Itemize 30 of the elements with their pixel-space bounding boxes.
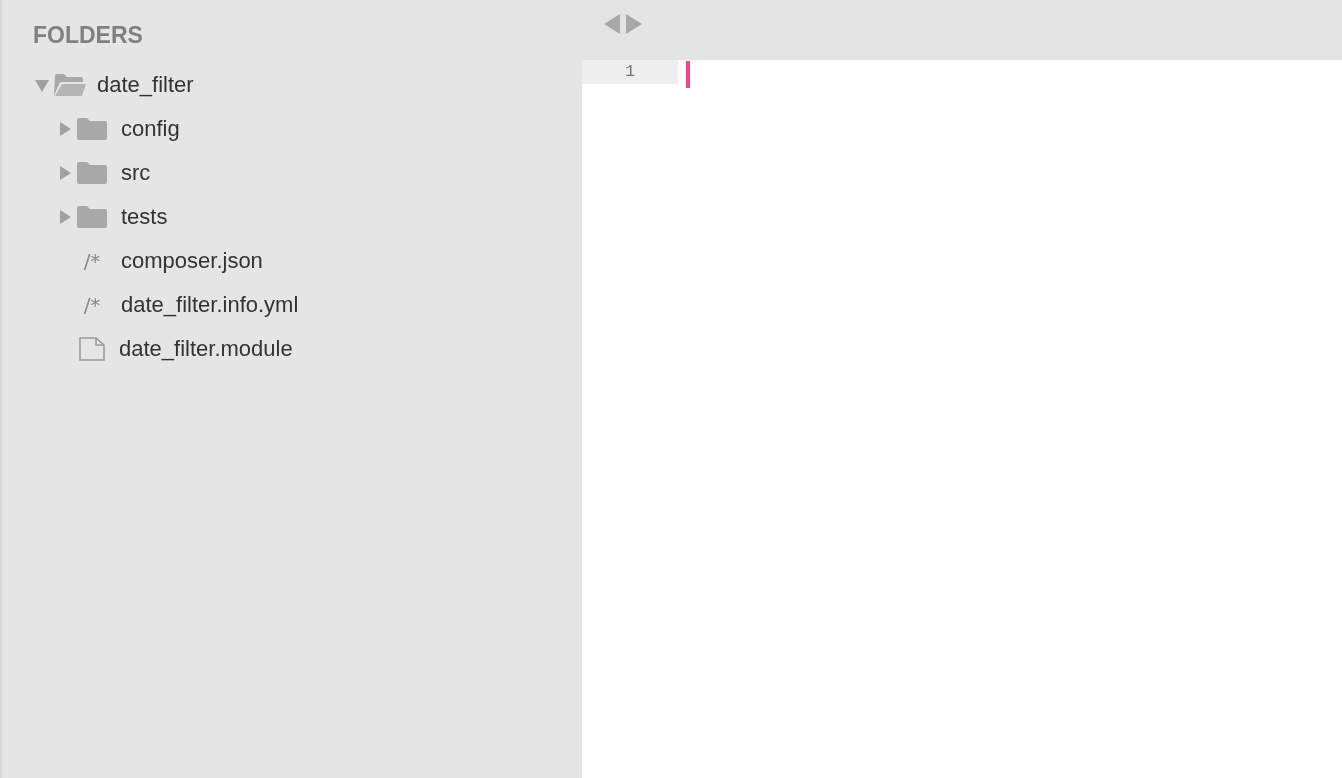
back-arrow-icon[interactable] [604, 14, 620, 34]
folder-icon [77, 162, 107, 184]
forward-arrow-icon[interactable] [626, 14, 642, 34]
open-folder-icon [53, 73, 87, 97]
folder-icon [77, 206, 107, 228]
tree-item[interactable]: tests [2, 195, 582, 239]
text-cursor [686, 61, 690, 88]
file-name: date_filter.module [119, 335, 293, 363]
tree-item[interactable]: date_filter.module [2, 327, 582, 371]
file-name: tests [121, 203, 168, 231]
tree-item[interactable]: config [2, 107, 582, 151]
file-name: composer.json [121, 247, 263, 275]
line-number: 1 [582, 60, 678, 84]
file-type-icon: /* [77, 247, 107, 275]
file-name: date_filter.info.yml [121, 291, 299, 319]
folder-icon [77, 118, 107, 140]
tree-item[interactable]: /* date_filter.info.yml [2, 283, 582, 327]
file-type-icon: /* [77, 291, 107, 319]
tree-item[interactable]: src [2, 151, 582, 195]
expanded-arrow-icon[interactable] [35, 78, 49, 92]
collapsed-arrow-icon[interactable] [58, 166, 72, 180]
file-name: config [121, 115, 180, 143]
file-name: date_filter [97, 71, 194, 99]
sidebar-header: FOLDERS [32, 21, 143, 50]
tree-item[interactable]: date_filter [2, 63, 582, 107]
tree-item[interactable]: /* composer.json [2, 239, 582, 283]
collapsed-arrow-icon[interactable] [58, 210, 72, 224]
document-icon [79, 337, 105, 361]
file-name: src [121, 159, 151, 187]
collapsed-arrow-icon[interactable] [58, 122, 72, 136]
